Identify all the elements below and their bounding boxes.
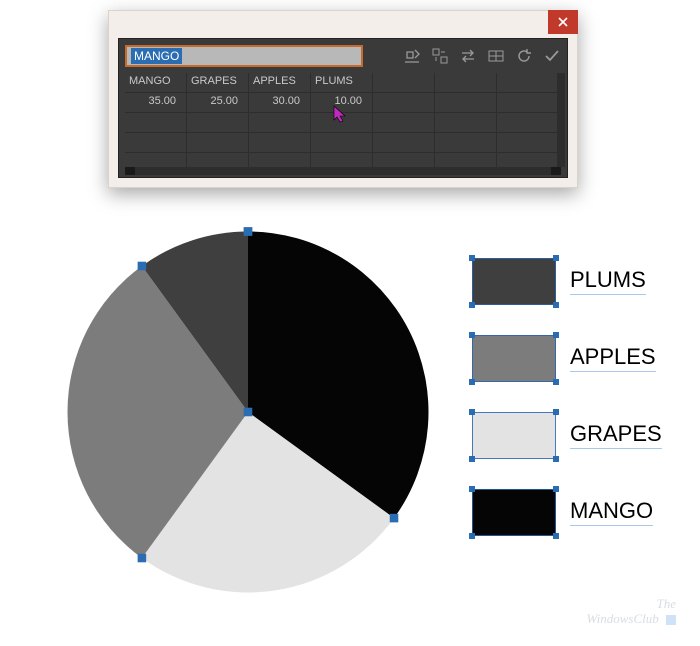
selection-handle[interactable]	[138, 554, 146, 562]
switch-xy-icon[interactable]	[459, 47, 477, 65]
cell-entry-value: MANGO	[131, 48, 182, 64]
transpose-icon[interactable]	[431, 47, 449, 65]
value-cell[interactable]	[435, 93, 497, 112]
scroll-right-icon[interactable]	[551, 167, 561, 175]
value-cell[interactable]: 35.00	[125, 93, 187, 112]
header-cell[interactable]	[435, 73, 497, 92]
cell-style-icon[interactable]	[487, 47, 505, 65]
import-data-icon[interactable]	[403, 47, 421, 65]
selection-handle[interactable]	[138, 262, 146, 270]
panel-body: MANGO MANGO GRAPES APPLES PLUMS	[118, 38, 568, 178]
value-cell[interactable]	[373, 93, 435, 112]
close-button[interactable]	[548, 10, 578, 34]
pie-chart[interactable]	[58, 222, 438, 602]
legend-label: MANGO	[570, 498, 653, 526]
header-cell[interactable]: GRAPES	[187, 73, 249, 92]
data-grid[interactable]: MANGO GRAPES APPLES PLUMS 35.00 25.00 30…	[125, 73, 561, 167]
horizontal-scrollbar[interactable]	[125, 167, 561, 175]
header-cell[interactable]: PLUMS	[311, 73, 373, 92]
legend-swatch[interactable]	[472, 335, 556, 382]
header-cell[interactable]	[497, 73, 559, 92]
watermark-line1: The	[657, 596, 677, 611]
header-cell[interactable]: APPLES	[249, 73, 311, 92]
legend-swatch[interactable]	[472, 412, 556, 459]
graph-data-panel: MANGO MANGO GRAPES APPLES PLUMS	[108, 10, 578, 188]
watermark-line2: WindowsClub	[587, 611, 659, 626]
selection-handle[interactable]	[390, 514, 398, 522]
selection-handle[interactable]	[244, 228, 252, 236]
value-cell[interactable]: 10.00	[311, 93, 373, 112]
selection-handle[interactable]	[244, 408, 252, 416]
legend-swatch[interactable]	[472, 258, 556, 305]
scroll-left-icon[interactable]	[125, 167, 135, 175]
apply-icon[interactable]	[543, 47, 561, 65]
value-cell[interactable]: 30.00	[249, 93, 311, 112]
value-cell[interactable]	[497, 93, 559, 112]
legend-item-plums[interactable]: PLUMS	[472, 255, 682, 307]
value-cell[interactable]: 25.00	[187, 93, 249, 112]
revert-icon[interactable]	[515, 47, 533, 65]
header-row: MANGO GRAPES APPLES PLUMS	[125, 73, 561, 93]
legend-item-apples[interactable]: APPLES	[472, 332, 682, 384]
legend-label: APPLES	[570, 344, 656, 372]
legend-label: GRAPES	[570, 421, 662, 449]
legend-label: PLUMS	[570, 267, 646, 295]
value-row: 35.00 25.00 30.00 10.00	[125, 93, 561, 113]
legend-item-mango[interactable]: MANGO	[472, 486, 682, 538]
vertical-scrollbar[interactable]	[557, 73, 565, 167]
legend: PLUMS APPLES GRAPES MANGO	[472, 255, 682, 538]
watermark: The WindowsClub	[587, 597, 677, 626]
header-cell[interactable]	[373, 73, 435, 92]
cell-entry-input[interactable]: MANGO	[125, 45, 363, 67]
watermark-square-icon	[666, 615, 676, 625]
panel-toolbar	[403, 47, 561, 65]
legend-swatch[interactable]	[472, 489, 556, 536]
legend-item-grapes[interactable]: GRAPES	[472, 409, 682, 461]
header-cell[interactable]: MANGO	[125, 73, 187, 92]
